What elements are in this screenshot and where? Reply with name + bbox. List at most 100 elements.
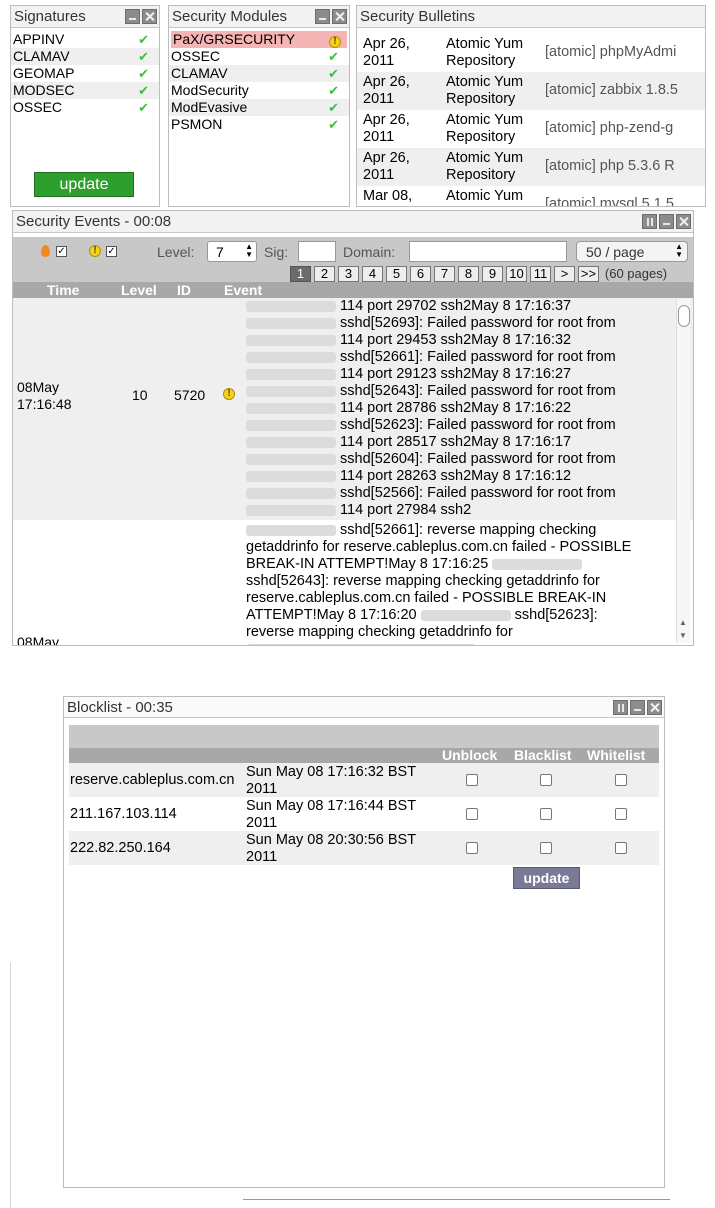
table-row: 222.82.250.164 Sun May 08 20:30:56 BST 20… [69,831,659,865]
pause-button[interactable] [613,700,628,715]
blocklist-update-button[interactable]: update [513,867,580,889]
module-item[interactable]: ModEvasive ✔ [169,99,349,116]
domain-input[interactable] [409,241,567,262]
check-icon: ✔ [328,100,339,115]
events-titlebar[interactable]: Security Events - 00:08 [13,211,693,233]
module-item[interactable]: CLAMAV ✔ [169,65,349,82]
page-button[interactable]: 4 [362,266,383,282]
event-message: 114 port 29702 ssh2May 8 17:16:37 sshd[5… [246,298,671,519]
redacted-text [246,334,336,346]
minimize-button[interactable] [125,9,140,24]
bulletin-link[interactable]: [atomic] zabbix 1.8.5 [545,72,678,110]
page-count: (60 pages) [604,266,668,281]
modules-titlebar[interactable]: Security Modules [169,6,349,28]
signature-item[interactable]: MODSEC ✔ [11,82,159,99]
warning-icon: ! [89,245,101,257]
col-level[interactable]: Level [121,282,157,298]
minimize-button[interactable] [659,214,674,229]
per-page-select[interactable]: 50 / page ▲ ▼ [576,241,688,262]
redacted-text [246,419,336,431]
unblock-checkbox[interactable] [466,842,478,854]
table-row: reserve.cableplus.com.cn Sun May 08 17:1… [69,763,659,797]
whitelist-checkbox[interactable] [615,842,627,854]
col-event[interactable]: Event [224,282,262,298]
filter-warning-checkbox[interactable]: ✓ [106,246,117,257]
page-button[interactable]: 2 [314,266,335,282]
bulletins-titlebar[interactable]: Security Bulletins [357,6,705,28]
signature-item[interactable]: APPINV ✔ [11,31,159,48]
close-button[interactable] [142,9,157,24]
signature-item[interactable]: OSSEC ✔ [11,99,159,116]
page-button[interactable]: 3 [338,266,359,282]
page-button[interactable]: 9 [482,266,503,282]
signatures-titlebar[interactable]: Signatures [11,6,159,28]
blacklist-checkbox[interactable] [540,842,552,854]
scroll-up-icon[interactable]: ▲ [679,618,687,627]
blocklist-title: Blocklist - 00:35 [67,699,173,716]
next-page-button[interactable]: > [554,266,575,282]
bulletin-row[interactable]: Apr 26, 2011 Atomic Yum Repository [atomic… [357,34,705,72]
bulletin-row[interactable]: Apr 26, 2011 Atomic Yum Repository [atomic… [357,148,705,186]
check-icon: ✔ [138,66,149,81]
bulletin-link[interactable]: [atomic] php 5.3.6 R [545,148,675,186]
scroll-thumb[interactable] [678,305,690,327]
whitelist-checkbox[interactable] [615,808,627,820]
module-item[interactable]: OSSEC ✔ [169,48,349,65]
redacted-text [246,524,336,536]
table-row[interactable]: 08May 17:16:48 10 5720 ! 114 port 29702 … [13,298,693,520]
unblock-checkbox[interactable] [466,808,478,820]
unblock-checkbox[interactable] [466,774,478,786]
blocklist-titlebar[interactable]: Blocklist - 00:35 [64,697,664,718]
close-button[interactable] [332,9,347,24]
signatures-update-button[interactable]: update [34,172,134,197]
redacted-text [246,453,336,465]
bulletin-link[interactable]: [atomic] phpMyAdmi [545,34,676,72]
bulletins-panel: Security Bulletins Apr 26, 2011 Atomic Yu… [356,5,706,207]
module-item[interactable]: PSMON ✔ [169,116,349,133]
close-button[interactable] [676,214,691,229]
col-blacklist: Blacklist [514,747,572,763]
check-icon: ✔ [138,49,149,64]
signature-item[interactable]: GEOMAP ✔ [11,65,159,82]
whitelist-checkbox[interactable] [615,774,627,786]
pause-button[interactable] [642,214,657,229]
blocklist-panel: Blocklist - 00:35 Unblock Blacklist Whit… [63,696,665,1188]
bulletin-row[interactable]: Mar 08, Atomic Yum [atomic] mysql 5.1.5 [357,186,705,206]
filter-critical-checkbox[interactable]: ✓ [56,246,67,257]
blacklist-checkbox[interactable] [540,808,552,820]
sig-label: Sig: [264,244,289,260]
page-button[interactable]: 6 [410,266,431,282]
events-scrollbar[interactable]: ▲ ▼ [676,299,690,643]
page-button[interactable]: 1 [290,266,311,282]
minimize-button[interactable] [630,700,645,715]
blacklist-checkbox[interactable] [540,774,552,786]
page-button[interactable]: 11 [530,266,551,282]
module-item-alert[interactable]: PaX/GRSECURITY! [171,31,347,48]
col-id[interactable]: ID [177,282,191,298]
bulletin-link[interactable]: [atomic] php-zend-g [545,110,673,148]
table-row[interactable]: 08May 10 5702 ! sshd[52661]: reverse map… [13,520,693,645]
page-button[interactable]: 8 [458,266,479,282]
scroll-down-icon[interactable]: ▼ [679,631,687,640]
event-message: sshd[52661]: reverse mapping checking ge… [246,522,671,645]
page-button[interactable]: 5 [386,266,407,282]
sig-input[interactable] [298,241,336,262]
bulletin-row[interactable]: Apr 26, 2011 Atomic Yum Repository [atomic… [357,72,705,110]
module-item[interactable]: ModSecurity ✔ [169,82,349,99]
redacted-text [246,317,336,329]
last-page-button[interactable]: >> [578,266,599,282]
flame-icon [41,245,50,257]
redacted-text [246,351,336,363]
page-button[interactable]: 10 [506,266,527,282]
signature-item[interactable]: CLAMAV ✔ [11,48,159,65]
warning-icon: ! [329,36,341,48]
level-select[interactable]: 7 ▲ ▼ [207,241,257,262]
close-button[interactable] [647,700,662,715]
bulletin-link[interactable]: [atomic] mysql 5.1.5 [545,186,674,206]
bulletin-row[interactable]: Apr 26, 2011 Atomic Yum Repository [atomic… [357,110,705,148]
minimize-button[interactable] [315,9,330,24]
redacted-text [246,436,336,448]
redacted-text [246,504,336,516]
col-time[interactable]: Time [47,282,79,298]
page-button[interactable]: 7 [434,266,455,282]
